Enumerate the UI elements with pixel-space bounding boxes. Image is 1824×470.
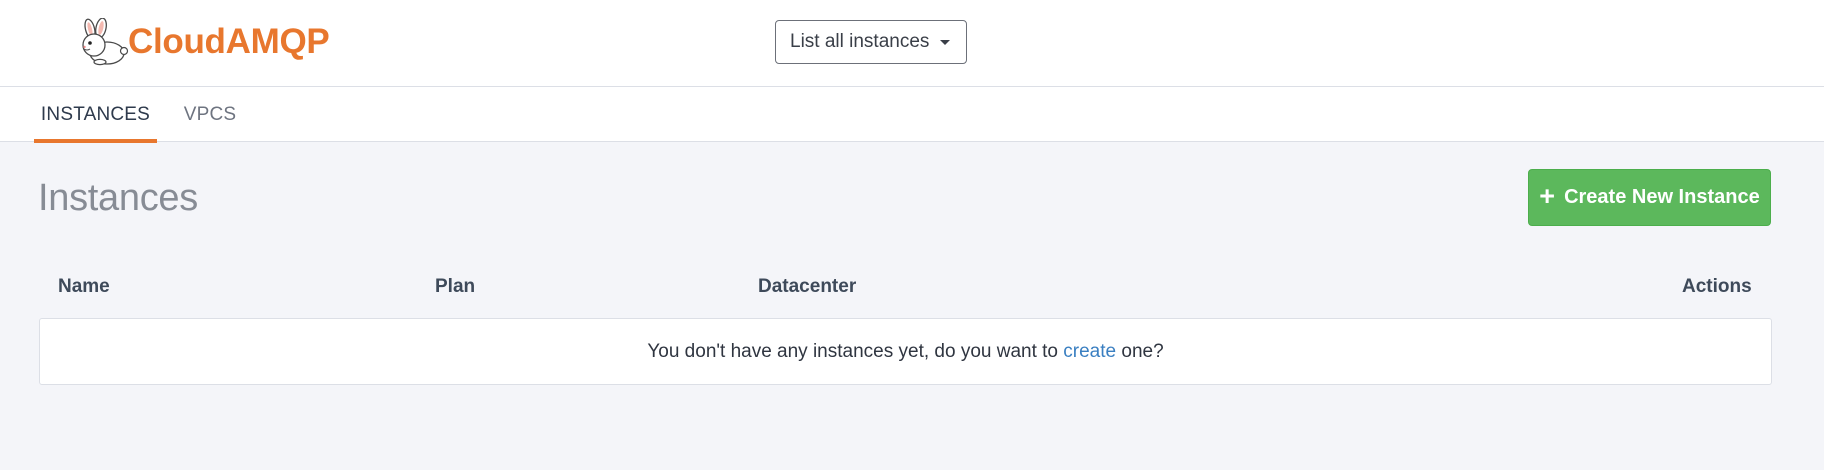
empty-message-before: You don't have any instances yet, do you… [647,340,1064,362]
page-title: Instances [38,177,198,219]
rabbit-icon [82,18,129,66]
plus-icon: + [1539,180,1556,211]
tab-vpcs[interactable]: VPCS [175,87,245,142]
tab-vpcs-label: VPCS [183,103,237,125]
column-header-actions: Actions [1682,276,1752,297]
column-header-name: Name [58,276,110,297]
create-button-label: Create New Instance [1564,186,1760,208]
brand-name: CloudAMQP [128,22,330,61]
create-instance-link[interactable]: create [1063,341,1116,362]
empty-state-row: You don't have any instances yet, do you… [39,318,1772,385]
column-header-plan: Plan [435,276,476,297]
instance-filter-dropdown[interactable]: List all instances [775,20,967,64]
empty-message-after: one? [1116,340,1164,362]
instance-filter-label: List all instances [790,31,930,52]
top-navbar: CloudAMQP List all instances [0,0,1824,87]
tab-bar: INSTANCES VPCS [0,87,1824,143]
column-header-datacenter: Datacenter [758,276,857,297]
create-new-instance-button[interactable]: + Create New Instance [1528,169,1771,226]
tab-instances-label: INSTANCES [40,103,151,125]
tab-instances[interactable]: INSTANCES [34,87,157,143]
instances-table-header: Name Plan Datacenter Actions [0,272,1824,302]
caret-down-icon [940,39,951,45]
empty-state-message: You don't have any instances yet, do you… [647,341,1163,363]
brand-logo[interactable]: CloudAMQP [74,18,330,66]
